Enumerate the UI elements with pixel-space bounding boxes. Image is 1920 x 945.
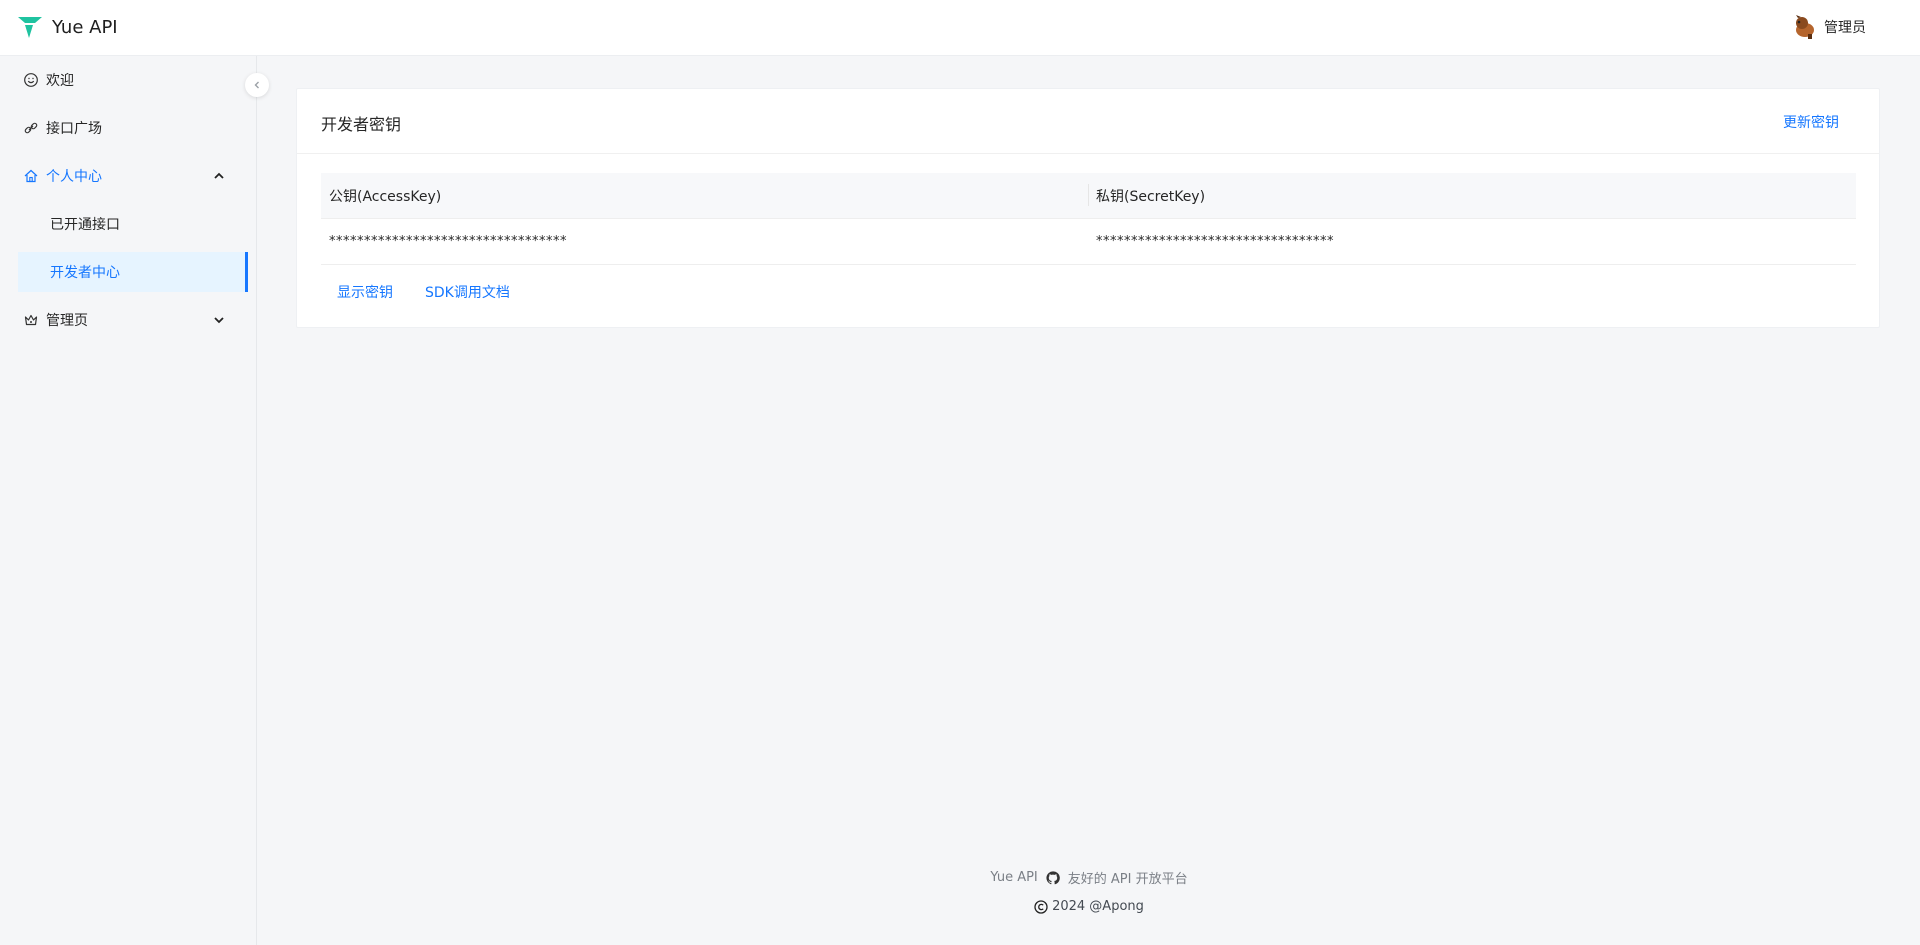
sidebar: 欢迎 接口广场 个人中心 已开通接口 开发者中心 管理页 <box>0 56 257 945</box>
footer-copyright: 2024 @Apong <box>258 899 1920 914</box>
sidebar-item-label: 已开通接口 <box>50 217 120 233</box>
footer-brand-link[interactable]: Yue API <box>990 870 1037 885</box>
crown-icon <box>24 314 38 326</box>
card-title: 开发者密钥 <box>321 115 402 134</box>
link-icon <box>24 122 38 134</box>
sidebar-item-label: 开发者中心 <box>50 265 120 281</box>
sidebar-item-opened-apis[interactable]: 已开通接口 <box>18 204 248 244</box>
chevron-left-icon <box>254 81 259 89</box>
show-key-link[interactable]: 显示密钥 <box>337 282 393 302</box>
column-header-access-key: 公钥(AccessKey) <box>329 188 442 205</box>
avatar <box>1796 15 1814 39</box>
sidebar-item-label: 接口广场 <box>46 121 102 137</box>
sidebar-item-welcome[interactable]: 欢迎 <box>18 60 248 100</box>
home-icon <box>24 169 38 183</box>
user-menu[interactable]: 管理员 <box>1792 14 1866 40</box>
copyright-text: 2024 @Apong <box>1052 899 1144 914</box>
card-actions: 显示密钥 SDK调用文档 <box>337 282 510 302</box>
renew-key-link[interactable]: 更新密钥 <box>1783 112 1839 132</box>
access-key-value: ********************************** <box>329 234 567 249</box>
developer-keys-card: 开发者密钥 更新密钥 公钥(AccessKey) 私钥(SecretKey) *… <box>296 88 1880 328</box>
sidebar-item-api-square[interactable]: 接口广场 <box>18 108 248 148</box>
brand-title: Yue API <box>52 17 118 38</box>
sidebar-item-label: 欢迎 <box>46 73 74 89</box>
footer-slogan-link[interactable]: 友好的 API 开放平台 <box>1068 868 1188 887</box>
secret-key-value: ********************************** <box>1096 234 1334 249</box>
table-row: ********************************** *****… <box>321 219 1856 265</box>
smile-icon <box>24 73 38 87</box>
keys-table: 公钥(AccessKey) 私钥(SecretKey) ************… <box>321 173 1856 265</box>
sidebar-collapse-button[interactable] <box>245 73 269 97</box>
logo-icon <box>18 16 42 38</box>
top-header: Yue API 管理员 <box>0 0 1920 56</box>
github-icon[interactable] <box>1046 870 1060 885</box>
chevron-up-icon <box>214 172 224 179</box>
sidebar-item-personal-center[interactable]: 个人中心 <box>18 156 248 196</box>
sdk-docs-link[interactable]: SDK调用文档 <box>425 282 510 302</box>
user-name: 管理员 <box>1824 20 1866 36</box>
brand[interactable]: Yue API <box>18 16 118 39</box>
column-header-secret-key: 私钥(SecretKey) <box>1088 183 1855 206</box>
footer-links: Yue API 友好的 API 开放平台 <box>258 868 1920 887</box>
footer: Yue API 友好的 API 开放平台 2024 @Apong <box>258 868 1920 914</box>
chevron-down-icon <box>214 317 224 324</box>
sidebar-item-admin[interactable]: 管理页 <box>18 300 248 340</box>
card-header: 开发者密钥 更新密钥 <box>297 89 1879 154</box>
sidebar-item-developer-center[interactable]: 开发者中心 <box>18 252 248 292</box>
sidebar-item-label: 个人中心 <box>46 169 102 185</box>
sidebar-item-label: 管理页 <box>46 313 88 329</box>
copyright-icon <box>1034 899 1048 914</box>
table-header: 公钥(AccessKey) 私钥(SecretKey) <box>321 173 1856 219</box>
